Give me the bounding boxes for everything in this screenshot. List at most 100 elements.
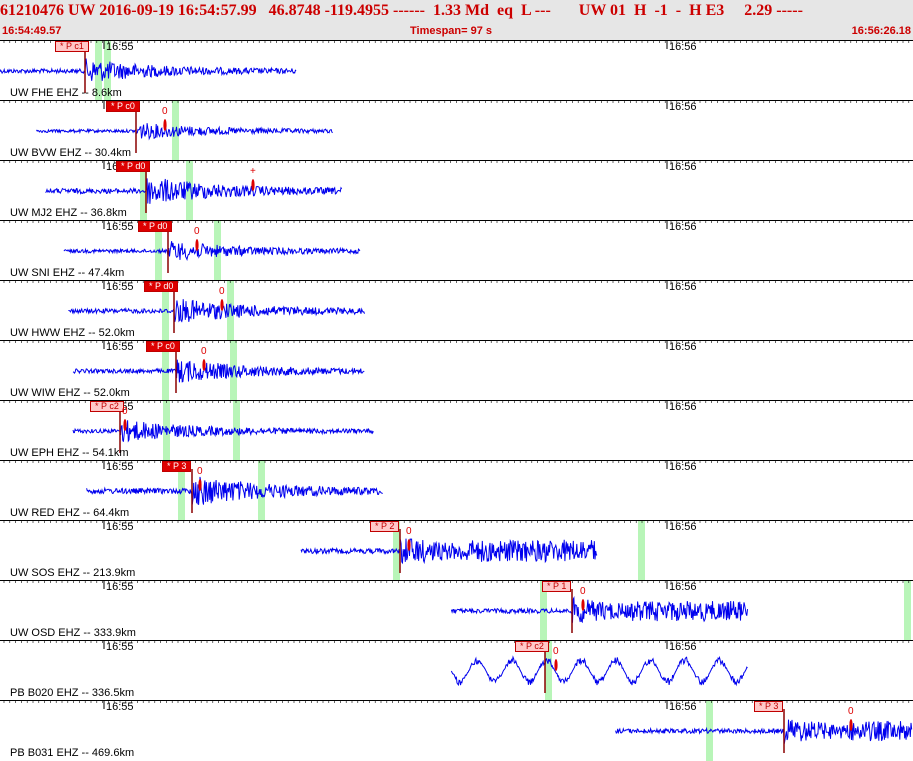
- channel-label: UW HWW EHZ -- 52.0km: [10, 327, 135, 339]
- channel-panel[interactable]: 16:55 16:56 * P 2 0 UW SOS EHZ -- 213.9km: [0, 520, 913, 581]
- minute-tick-label: 16:56: [669, 521, 697, 533]
- minute-tick-label: 16:56: [669, 41, 697, 53]
- waveform-line: [72, 420, 374, 443]
- minute-tick-label: 16:56: [669, 461, 697, 473]
- coda-label: 0: [848, 706, 854, 717]
- channel-panel[interactable]: 16:5516:56* P c00UW BVW EHZ -- 30.4km: [0, 100, 913, 161]
- coda-label: 0: [194, 226, 200, 237]
- channel-label: UW FHE EHZ -- 8.6km: [10, 87, 122, 99]
- coda-marker: [123, 419, 127, 431]
- phase-pick-flag[interactable]: * P 3: [162, 461, 192, 472]
- phase-pick-flag[interactable]: * P 3: [754, 701, 784, 712]
- minute-tick-label: 16:56: [669, 221, 697, 233]
- seismogram-panel-stack[interactable]: 16:5516:56* P c1UW FHE EHZ -- 8.6km16:55…: [0, 40, 913, 761]
- phase-pick-label: P c0: [157, 341, 175, 351]
- coda-marker: [407, 539, 411, 551]
- minute-tick-label: 16:56: [669, 401, 697, 413]
- phase-pick-flag[interactable]: * P c2: [515, 641, 549, 652]
- coda-marker: [849, 719, 853, 731]
- coda-marker: [202, 359, 206, 371]
- minute-tick-label: 16:55: [106, 581, 134, 593]
- phase-pick-label: P d0: [149, 221, 168, 231]
- coda-label: 0: [201, 346, 207, 357]
- phase-pick-flag[interactable]: * P c0: [106, 101, 140, 112]
- waveform-trace[interactable]: [0, 341, 913, 401]
- phase-pick-label: P 2: [381, 521, 395, 531]
- event-header: 61210476 UW 2016-09-19 16:54:57.99 46.87…: [0, 0, 913, 41]
- timespan-label: Timespan= 97 s: [410, 25, 493, 37]
- waveform-line: [450, 655, 748, 687]
- waveform-trace[interactable]: [0, 581, 913, 641]
- channel-panel[interactable]: 16:5516:56* P d0+UW MJ2 EHZ -- 36.8km: [0, 160, 913, 221]
- minute-tick-label: 16:55: [106, 461, 134, 473]
- channel-panel[interactable]: 16:55 16:56 * P d0 0 UW HWW EHZ -- 52.0km: [0, 280, 913, 341]
- channel-panel[interactable]: 16:55 16:56 * P 3 0 UW RED EHZ -- 64.4km: [0, 460, 913, 521]
- waveform-trace[interactable]: [0, 41, 913, 101]
- channel-label: UW MJ2 EHZ -- 36.8km: [10, 207, 127, 219]
- minute-tick-label: 16:56: [669, 161, 697, 173]
- channel-panel[interactable]: 16:55 16:56 * P 1 0 UW OSD EHZ -- 333.9km: [0, 580, 913, 641]
- minute-tick-label: 16:55: [106, 521, 134, 533]
- channel-label: UW BVW EHZ -- 30.4km: [10, 147, 132, 159]
- waveform-trace[interactable]: [0, 521, 913, 581]
- view-start-time: 16:54:49.57: [2, 25, 62, 37]
- minute-tick-label: 16:55: [106, 701, 134, 713]
- coda-label: 0: [122, 406, 128, 417]
- phase-pick-flag[interactable]: * P 2: [370, 521, 400, 532]
- minute-tick-label: 16:56: [669, 281, 697, 293]
- coda-label: +: [250, 166, 256, 177]
- channel-label: PB B020 EHZ -- 336.5km: [10, 687, 135, 699]
- minute-tick-label: 16:56: [669, 641, 697, 653]
- phase-pick-flag[interactable]: * P c1: [55, 41, 89, 52]
- phase-pick-flag[interactable]: * P d0: [138, 221, 173, 232]
- minute-tick-label: 16:55: [106, 41, 134, 53]
- minute-tick-label: 16:56: [669, 341, 697, 353]
- channel-panel[interactable]: 16:5516:56* P c20UW EPH EHZ -- 54.1km: [0, 400, 913, 461]
- coda-label: 0: [580, 586, 586, 597]
- channel-label: UW EPH EHZ -- 54.1km: [10, 447, 129, 459]
- channel-panel[interactable]: 16:55 16:56 * P c1 UW FHE EHZ -- 8.6km: [0, 40, 913, 101]
- minute-tick-label: 16:55: [106, 281, 134, 293]
- coda-marker: [195, 239, 199, 251]
- phase-pick-label: P c1: [66, 41, 84, 51]
- phase-pick-label: P c2: [101, 401, 119, 411]
- coda-marker: [163, 119, 167, 131]
- channel-label: UW WIW EHZ -- 52.0km: [10, 387, 130, 399]
- phase-pick-flag[interactable]: * P d0: [116, 161, 151, 172]
- waveform-line: [63, 241, 361, 261]
- event-summary-line: 61210476 UW 2016-09-19 16:54:57.99 46.87…: [0, 2, 803, 19]
- phase-pick-label: P d0: [155, 281, 174, 291]
- phase-pick-label: P c0: [117, 101, 135, 111]
- phase-pick-flag[interactable]: * P d0: [144, 281, 179, 292]
- waveform-trace[interactable]: [0, 461, 913, 521]
- channel-panel[interactable]: 16:55 16:56 * P 3 0 PB B031 EHZ -- 469.6km: [0, 700, 913, 761]
- waveform-line: [45, 178, 343, 204]
- waveform-trace[interactable]: [0, 641, 913, 701]
- waveform-trace[interactable]: [0, 401, 913, 461]
- phase-pick-label: P d0: [127, 161, 146, 171]
- minute-tick-label: 16:55: [106, 341, 134, 353]
- waveform-line: [450, 595, 748, 624]
- phase-pick-label: P 3: [173, 461, 187, 471]
- waveform-trace[interactable]: [0, 221, 913, 281]
- waveform-line: [72, 359, 365, 383]
- phase-pick-flag[interactable]: * P c2: [90, 401, 124, 412]
- waveform-line: [36, 123, 333, 141]
- minute-tick-label: 16:55: [106, 221, 134, 233]
- minute-tick-label: 16:56: [669, 701, 697, 713]
- channel-label: UW RED EHZ -- 64.4km: [10, 507, 130, 519]
- waveform-line: [615, 719, 913, 744]
- channel-panel[interactable]: 16:55 16:56 * P c0 0 UW WIW EHZ -- 52.0km: [0, 340, 913, 401]
- phase-pick-flag[interactable]: * P 1: [542, 581, 572, 592]
- minute-tick-label: 16:55: [106, 641, 134, 653]
- channel-panel[interactable]: 16:55 16:56 * P d0 0 UW SNI EHZ -- 47.4km: [0, 220, 913, 281]
- coda-marker: [554, 659, 558, 671]
- coda-marker: [251, 179, 255, 191]
- phase-pick-label: P 3: [765, 701, 779, 711]
- channel-label: UW OSD EHZ -- 333.9km: [10, 627, 136, 639]
- coda-marker: [198, 479, 202, 491]
- coda-label: 0: [406, 526, 412, 537]
- phase-pick-flag[interactable]: * P c0: [146, 341, 180, 352]
- waveform-trace[interactable]: [0, 281, 913, 341]
- channel-panel[interactable]: 16:55 16:56 * P c2 0 PB B020 EHZ -- 336.5km: [0, 640, 913, 701]
